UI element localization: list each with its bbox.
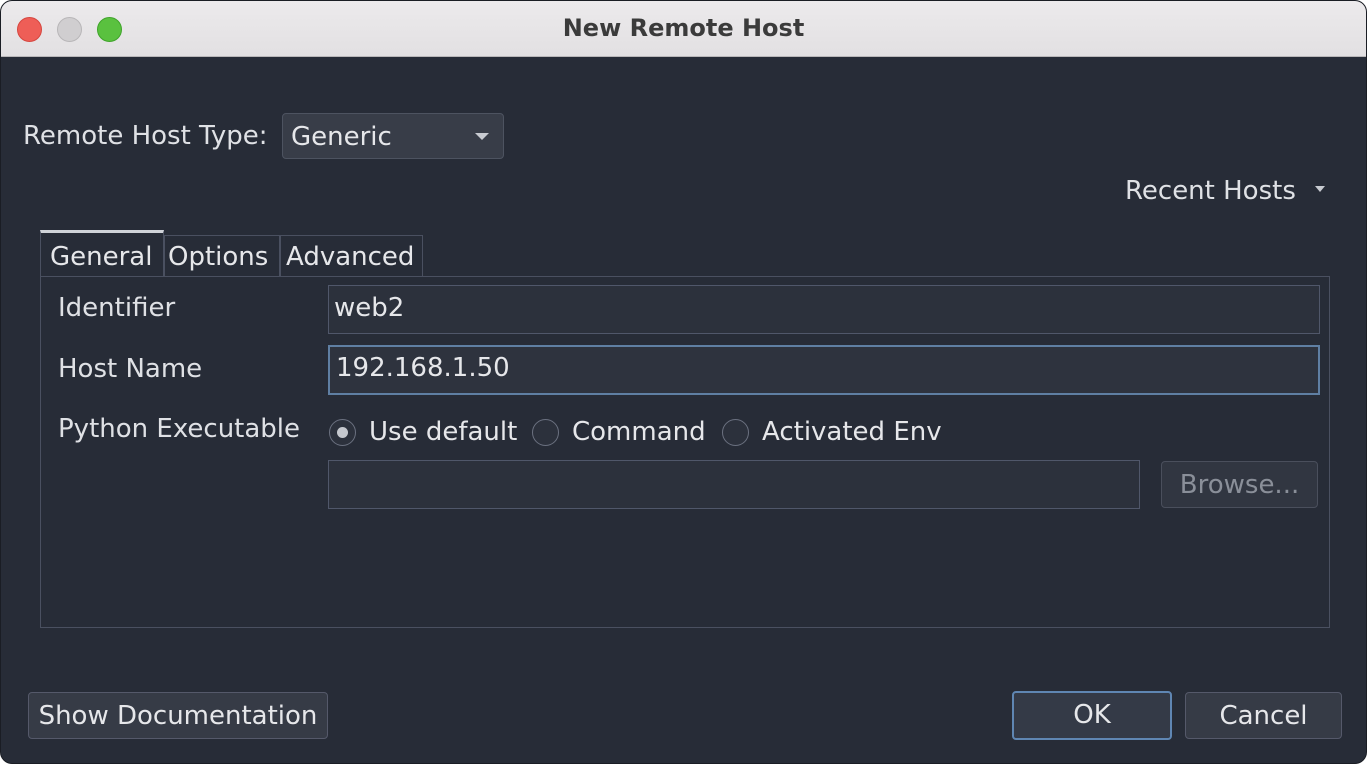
caret-down-icon [1315,186,1325,192]
title-bar: New Remote Host [1,1,1366,57]
radio-activated-env-label[interactable]: Activated Env [762,417,942,447]
recent-hosts-label: Recent Hosts [1125,176,1296,206]
window-title: New Remote Host [562,14,805,42]
identifier-label: Identifier [58,293,176,323]
browse-button[interactable]: Browse... [1161,461,1318,508]
tab-advanced[interactable]: Advanced [280,235,423,277]
identifier-input[interactable]: web2 [328,285,1320,334]
identifier-value: web2 [334,293,405,323]
ok-button[interactable]: OK [1012,691,1172,740]
python-path-input[interactable] [328,460,1140,509]
tab-options[interactable]: Options [164,235,280,277]
show-documentation-button[interactable]: Show Documentation [28,692,328,739]
radio-use-default-label[interactable]: Use default [369,417,517,447]
host-name-label: Host Name [58,354,203,384]
radio-command[interactable] [532,419,559,446]
radio-use-default[interactable] [329,419,356,446]
tab-advanced-label: Advanced [286,242,415,272]
host-type-selected: Generic [291,122,392,152]
dialog-window: New Remote Host Remote Host Type: Generi… [0,0,1367,764]
host-type-dropdown[interactable]: Generic [282,113,504,159]
chevron-down-icon [475,133,489,140]
tab-options-label: Options [168,242,269,272]
radio-activated-env[interactable] [722,419,749,446]
python-executable-label: Python Executable [58,414,301,444]
host-type-label: Remote Host Type: [23,121,268,151]
host-name-input[interactable]: 192.168.1.50 [328,345,1320,395]
cancel-button[interactable]: Cancel [1185,692,1342,739]
recent-hosts-menu[interactable]: Recent Hosts [1125,176,1325,206]
radio-command-label[interactable]: Command [572,417,706,447]
tab-general-label: General [50,242,153,272]
tab-general[interactable]: General [40,230,164,277]
host-name-value: 192.168.1.50 [336,353,510,383]
